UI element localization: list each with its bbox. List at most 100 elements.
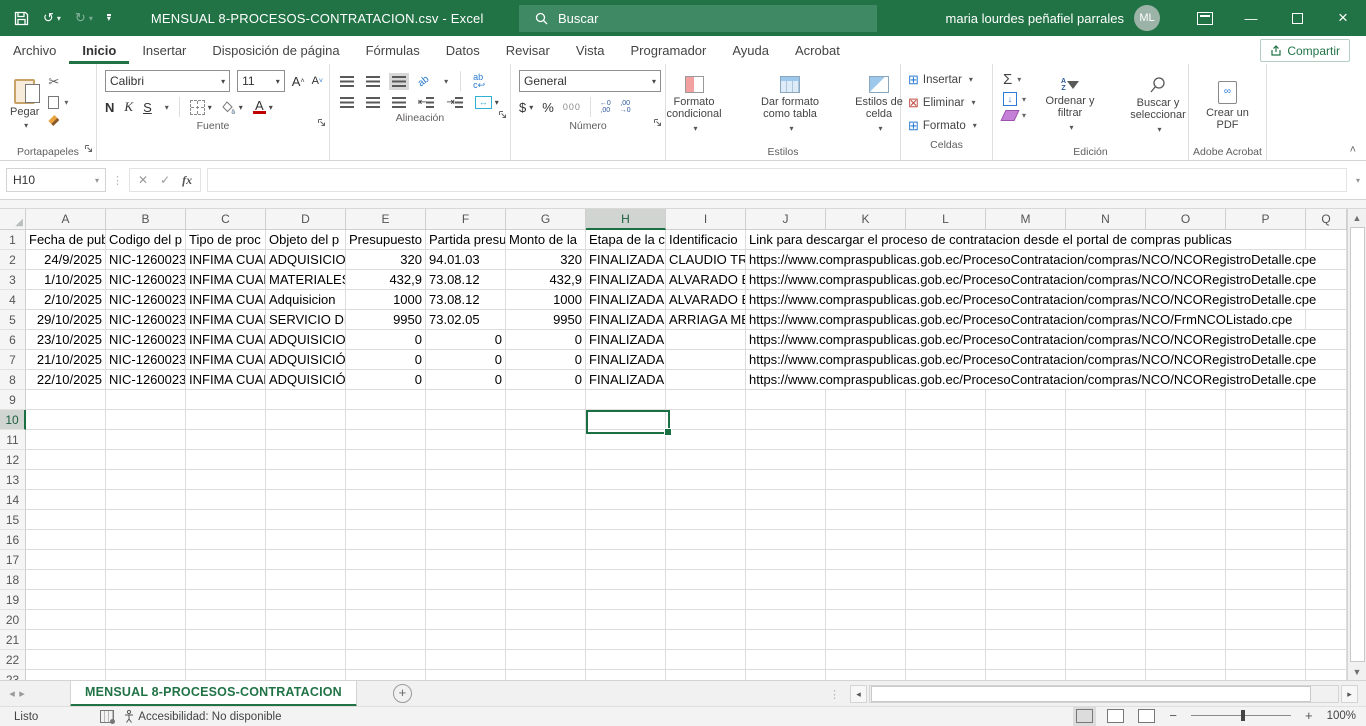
cell-G16[interactable] — [506, 530, 586, 550]
cell-E14[interactable] — [346, 490, 426, 510]
cell-D6[interactable]: ADQUISICION — [266, 330, 346, 350]
insert-function-icon[interactable]: fx — [182, 173, 192, 188]
cell-F21[interactable] — [426, 630, 506, 650]
cell-O15[interactable] — [1146, 510, 1226, 530]
conditional-formatting-button[interactable]: Formato condicional ▾ — [653, 68, 735, 143]
cell-F18[interactable] — [426, 570, 506, 590]
autosum-button[interactable]: Σ▾ — [1003, 71, 1026, 88]
cell-A13[interactable] — [26, 470, 106, 490]
cell-D14[interactable] — [266, 490, 346, 510]
cell-Q20[interactable] — [1306, 610, 1347, 630]
cell-B1[interactable]: Codigo del p — [106, 230, 186, 250]
cell-C1[interactable]: Tipo de proc — [186, 230, 266, 250]
font-color-button[interactable]: A▾ — [253, 100, 273, 114]
cell-H15[interactable] — [586, 510, 666, 530]
row-header-12[interactable]: 12 — [0, 450, 26, 470]
cell-M12[interactable] — [986, 450, 1066, 470]
cell-G19[interactable] — [506, 590, 586, 610]
cell-A15[interactable] — [26, 510, 106, 530]
row-header-22[interactable]: 22 — [0, 650, 26, 670]
cell-K13[interactable] — [826, 470, 906, 490]
cell-G6[interactable]: 0 — [506, 330, 586, 350]
cell-N20[interactable] — [1066, 610, 1146, 630]
row-header-8[interactable]: 8 — [0, 370, 26, 390]
cell-Q10[interactable] — [1306, 410, 1347, 430]
scrollbar-grip[interactable]: ⋮ — [829, 688, 840, 701]
cell-P9[interactable] — [1226, 390, 1306, 410]
scroll-down-icon[interactable]: ▼ — [1348, 663, 1366, 680]
cell-L21[interactable] — [906, 630, 986, 650]
cell-A4[interactable]: 2/10/2025 — [26, 290, 106, 310]
cell-B22[interactable] — [106, 650, 186, 670]
cell-E11[interactable] — [346, 430, 426, 450]
redo-button[interactable]: ↻▾ — [75, 10, 93, 26]
cell-G15[interactable] — [506, 510, 586, 530]
cell-E5[interactable]: 9950 — [346, 310, 426, 330]
cell-J10[interactable] — [746, 410, 826, 430]
cell-G10[interactable] — [506, 410, 586, 430]
cell-K19[interactable] — [826, 590, 906, 610]
row-header-21[interactable]: 21 — [0, 630, 26, 650]
cell-D1[interactable]: Objeto del p — [266, 230, 346, 250]
wrap-text-button[interactable]: abc↩ — [473, 73, 485, 89]
ribbon-tab-vista[interactable]: Vista — [563, 36, 618, 64]
cell-D12[interactable] — [266, 450, 346, 470]
cell-J8[interactable]: https://www.compraspublicas.gob.ec/Proce… — [746, 370, 826, 390]
copy-button[interactable]: ▾ — [48, 96, 68, 109]
cell-C17[interactable] — [186, 550, 266, 570]
cell-D8[interactable]: ADQUISICIÓN — [266, 370, 346, 390]
ribbon-tab-inicio[interactable]: Inicio — [69, 36, 129, 64]
cell-C13[interactable] — [186, 470, 266, 490]
cell-K23[interactable] — [826, 670, 906, 680]
cell-G8[interactable]: 0 — [506, 370, 586, 390]
cell-H6[interactable]: FINALIZADA — [586, 330, 666, 350]
cell-B9[interactable] — [106, 390, 186, 410]
ribbon-tab-programador[interactable]: Programador — [618, 36, 720, 64]
cell-F12[interactable] — [426, 450, 506, 470]
align-top-button[interactable] — [340, 76, 354, 87]
cell-P1[interactable] — [1226, 230, 1306, 250]
row-header-14[interactable]: 14 — [0, 490, 26, 510]
column-header-B[interactable]: B — [106, 209, 186, 230]
cell-B10[interactable] — [106, 410, 186, 430]
cell-P21[interactable] — [1226, 630, 1306, 650]
cell-H1[interactable]: Etapa de la c — [586, 230, 666, 250]
cell-K22[interactable] — [826, 650, 906, 670]
cell-P14[interactable] — [1226, 490, 1306, 510]
cell-P23[interactable] — [1226, 670, 1306, 680]
zoom-in-icon[interactable]: + — [1305, 708, 1313, 723]
undo-dropdown-icon[interactable]: ▾ — [57, 14, 61, 23]
cell-J6[interactable]: https://www.compraspublicas.gob.ec/Proce… — [746, 330, 826, 350]
cell-E21[interactable] — [346, 630, 426, 650]
expand-formula-bar-icon[interactable]: ▾ — [1356, 176, 1360, 185]
cell-A22[interactable] — [26, 650, 106, 670]
cell-H20[interactable] — [586, 610, 666, 630]
column-header-P[interactable]: P — [1226, 209, 1306, 230]
alignment-dialog-launcher-icon[interactable] — [498, 110, 507, 122]
cell-A3[interactable]: 1/10/2025 — [26, 270, 106, 290]
cell-C3[interactable]: INFIMA CUANTIA — [186, 270, 266, 290]
cell-G1[interactable]: Monto de la — [506, 230, 586, 250]
orientation-button[interactable]: ab — [416, 73, 432, 89]
cell-A10[interactable] — [26, 410, 106, 430]
row-header-3[interactable]: 3 — [0, 270, 26, 290]
normal-view-icon[interactable] — [1076, 709, 1093, 723]
cell-P18[interactable] — [1226, 570, 1306, 590]
cell-D18[interactable] — [266, 570, 346, 590]
cell-O12[interactable] — [1146, 450, 1226, 470]
scroll-left-icon[interactable]: ◂ — [850, 685, 867, 703]
cell-G9[interactable] — [506, 390, 586, 410]
cell-C4[interactable]: INFIMA CUANTIA — [186, 290, 266, 310]
user-name[interactable]: maria lourdes peñafiel parrales — [946, 11, 1124, 26]
row-header-17[interactable]: 17 — [0, 550, 26, 570]
clear-button[interactable]: ▾ — [1003, 110, 1026, 121]
cell-O11[interactable] — [1146, 430, 1226, 450]
cell-L20[interactable] — [906, 610, 986, 630]
column-header-N[interactable]: N — [1066, 209, 1146, 230]
redo-dropdown-icon[interactable]: ▾ — [89, 14, 93, 23]
cell-P15[interactable] — [1226, 510, 1306, 530]
cell-K14[interactable] — [826, 490, 906, 510]
cell-B7[interactable]: NIC-1260023 — [106, 350, 186, 370]
cell-I15[interactable] — [666, 510, 746, 530]
cell-E6[interactable]: 0 — [346, 330, 426, 350]
